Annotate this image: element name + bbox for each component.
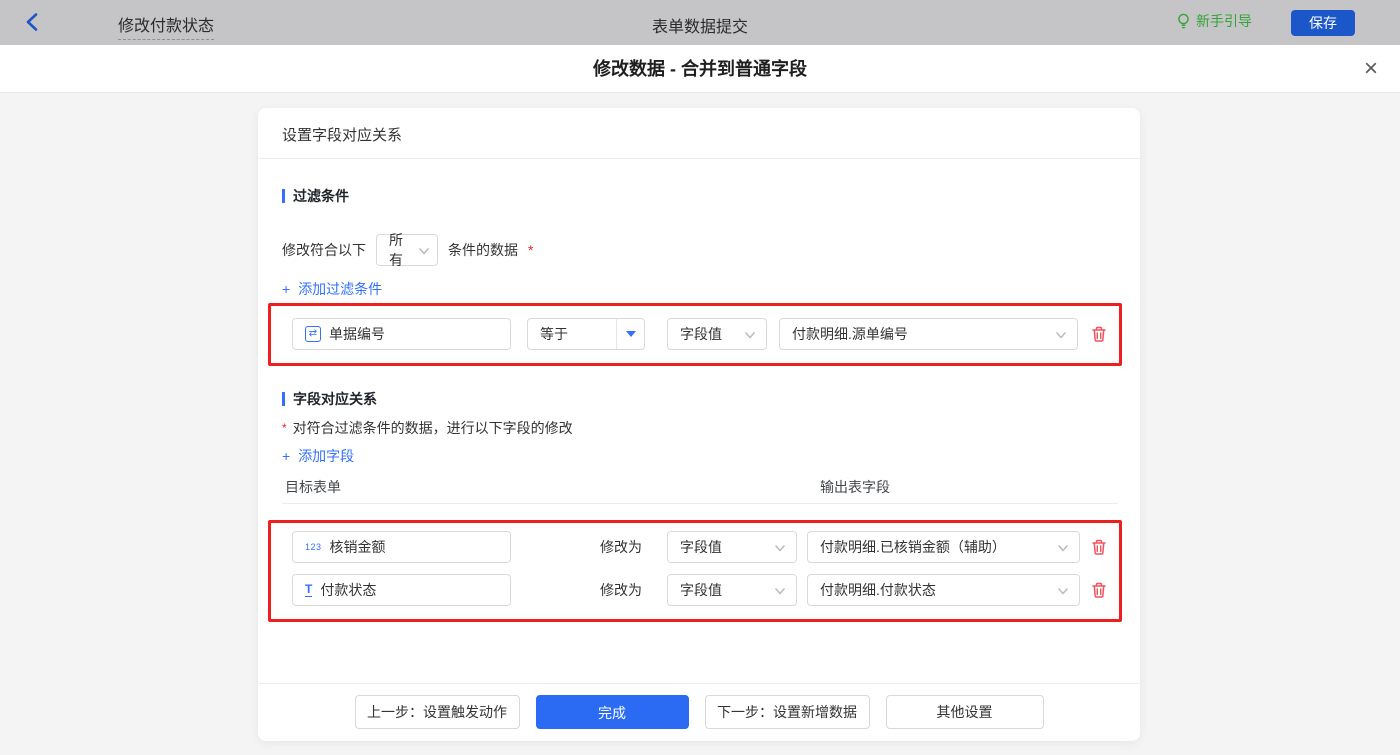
filter-section-title-text: 过滤条件 [293, 188, 349, 204]
chevron-down-icon [1056, 332, 1066, 339]
value-type-select[interactable]: 字段值 [667, 531, 797, 563]
add-filter-label: 添加过滤条件 [298, 281, 383, 297]
mapping-description: * 对符合过滤条件的数据，进行以下字段的修改 [282, 418, 573, 438]
output-field-select[interactable]: 付款明细.已核销金额（辅助） [807, 531, 1080, 563]
match-suffix-text: 条件的数据 [448, 242, 518, 258]
operator-select[interactable]: 等于 [527, 318, 645, 350]
target-field-label: 付款状态 [320, 582, 377, 598]
next-step-button[interactable]: 下一步：设置新增数据 [704, 695, 870, 729]
footer-buttons: 上一步：设置触发动作 完成 下一步：设置新增数据 其他设置 [258, 695, 1140, 729]
target-field-input[interactable]: 123 核销金额 [292, 531, 511, 563]
chevron-down-icon [419, 248, 429, 255]
save-button[interactable]: 保存 [1291, 10, 1355, 36]
mapping-section-title-text: 字段对应关系 [293, 391, 377, 407]
chevron-down-icon [745, 332, 755, 339]
filter-value-select[interactable]: 付款明细.源单编号 [779, 318, 1078, 350]
operator-dropdown-toggle[interactable] [616, 319, 644, 349]
footer-divider [258, 683, 1140, 684]
required-asterisk: * [282, 421, 287, 435]
chevron-down-icon [775, 545, 785, 552]
match-mode-value: 所有 [389, 232, 403, 268]
chevron-down-icon [1058, 545, 1068, 552]
value-type-value: 字段值 [680, 539, 722, 555]
column-header-target-form: 目标表单 [285, 479, 341, 495]
card-header: 设置字段对应关系 [258, 108, 1140, 159]
required-asterisk: * [528, 242, 534, 258]
beginner-guide-link[interactable]: 新手引导 [1176, 11, 1252, 31]
chevron-down-icon [775, 588, 785, 595]
mapping-description-text: 对符合过滤条件的数据，进行以下字段的修改 [292, 420, 573, 436]
value-type-select[interactable]: 字段值 [667, 318, 767, 350]
filter-field-input[interactable]: ⇄ 单据编号 [292, 318, 511, 350]
plus-icon: + [282, 281, 291, 297]
plus-icon: + [282, 448, 291, 464]
output-field-select[interactable]: 付款明细.付款状态 [807, 574, 1080, 606]
guide-label: 新手引导 [1196, 13, 1252, 29]
value-type-select[interactable]: 字段值 [667, 574, 797, 606]
condition-mode-row: 修改符合以下 所有 条件的数据 * [282, 232, 534, 268]
mapping-section-title: 字段对应关系 [282, 389, 377, 409]
chevron-down-icon [1058, 588, 1068, 595]
top-bar: 修改付款状态 表单数据提交 新手引导 保存 [0, 0, 1400, 45]
number-field-icon: 123 [305, 542, 322, 552]
filter-value: 付款明细.源单编号 [792, 326, 908, 342]
delete-trash-icon[interactable] [1090, 538, 1108, 556]
value-type-value: 字段值 [680, 582, 722, 598]
card-header-title: 设置字段对应关系 [282, 127, 403, 144]
header-divider [282, 503, 1118, 504]
match-prefix-text: 修改符合以下 [282, 242, 366, 258]
output-field-value: 付款明细.付款状态 [820, 582, 936, 598]
modify-to-label: 修改为 [600, 539, 642, 555]
dialog-title: 修改数据 - 合并到普通字段 [593, 59, 807, 79]
prev-step-button[interactable]: 上一步：设置触发动作 [354, 695, 520, 729]
triangle-down-icon [625, 331, 636, 337]
close-icon[interactable]: × [1364, 55, 1378, 83]
column-header-output-fields: 输出表字段 [820, 479, 890, 495]
dialog-body: 设置字段对应关系 过滤条件 修改符合以下 所有 条件的数据 * + 添加过滤条件… [0, 93, 1400, 755]
lightbulb-icon [1178, 13, 1189, 28]
settings-card: 设置字段对应关系 过滤条件 修改符合以下 所有 条件的数据 * + 添加过滤条件… [258, 108, 1140, 741]
modify-to-label: 修改为 [600, 582, 642, 598]
match-mode-select[interactable]: 所有 [376, 232, 438, 268]
add-filter-condition-link[interactable]: + 添加过滤条件 [282, 279, 382, 299]
section-bar [282, 392, 285, 406]
done-button[interactable]: 完成 [535, 695, 689, 729]
target-field-input[interactable]: T 付款状态 [292, 574, 511, 606]
filter-field-label: 单据编号 [329, 326, 385, 342]
operator-value: 等于 [540, 326, 568, 342]
dialog-header: 修改数据 - 合并到普通字段 × [0, 45, 1400, 93]
add-field-label: 添加字段 [298, 448, 355, 464]
serial-number-field-icon: ⇄ [305, 326, 321, 342]
delete-trash-icon[interactable] [1090, 581, 1108, 599]
section-bar [282, 189, 285, 203]
output-field-value: 付款明细.已核销金额（辅助） [820, 539, 1006, 555]
value-type-value: 字段值 [680, 326, 722, 342]
delete-trash-icon[interactable] [1090, 325, 1108, 343]
other-settings-button[interactable]: 其他设置 [885, 695, 1044, 729]
filter-section-title: 过滤条件 [282, 186, 349, 206]
add-field-link[interactable]: + 添加字段 [282, 446, 354, 466]
target-field-label: 核销金额 [329, 539, 386, 555]
text-field-icon: T [305, 582, 313, 597]
